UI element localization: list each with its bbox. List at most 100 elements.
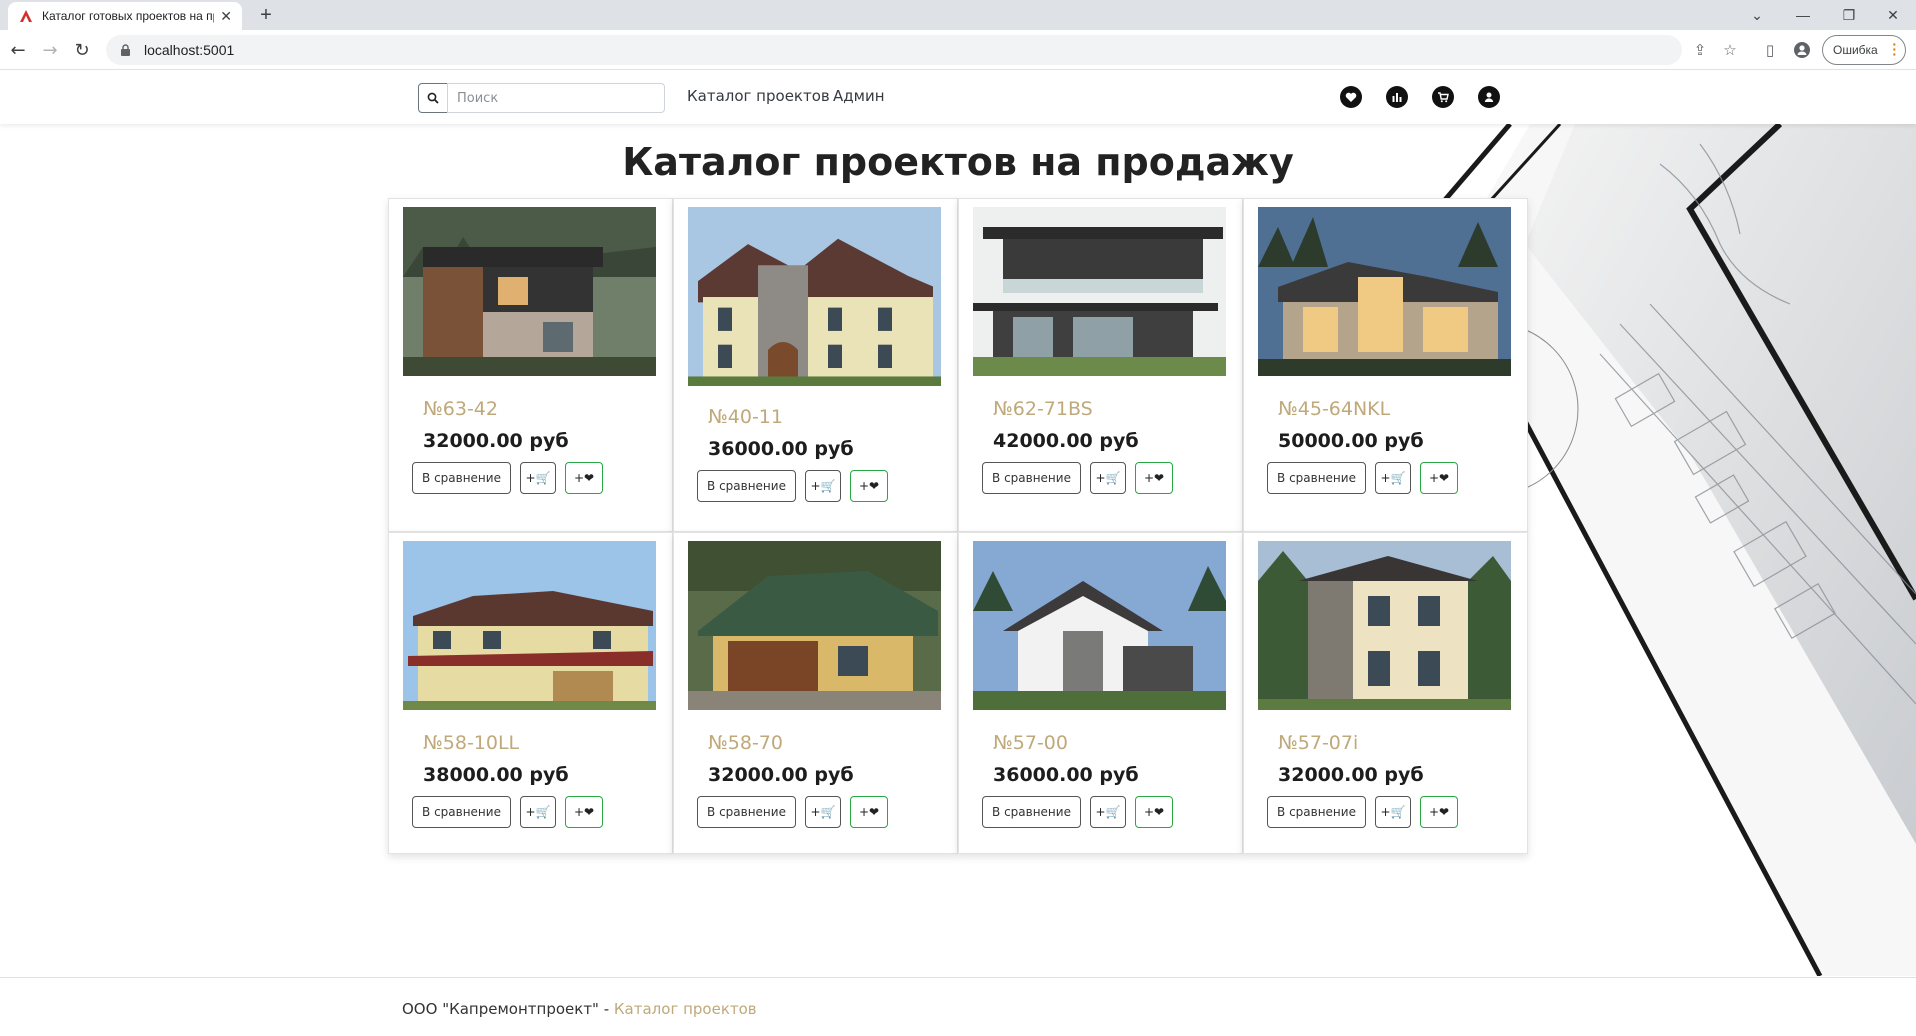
new-tab-button[interactable]: + <box>254 4 278 28</box>
window-close-icon[interactable]: ✕ <box>1870 0 1916 30</box>
url-text: localhost:5001 <box>144 42 235 58</box>
footer-catalog-link[interactable]: Каталог проектов <box>614 1000 757 1018</box>
project-card: №63-42 32000.00 руб В сравнение +🛒 +❤ <box>388 198 673 532</box>
project-photo[interactable] <box>973 541 1226 710</box>
add-to-cart-button[interactable]: +🛒 <box>805 796 841 828</box>
project-code[interactable]: №62-71BS <box>993 398 1228 420</box>
project-photo[interactable] <box>403 207 656 376</box>
project-card: №45-64NKL 50000.00 руб В сравнение +🛒 +❤ <box>1243 198 1528 532</box>
card-actions: В сравнение +🛒 +❤ <box>697 796 943 828</box>
card-actions: В сравнение +🛒 +❤ <box>412 796 658 828</box>
card-actions: В сравнение +🛒 +❤ <box>982 462 1228 494</box>
project-code[interactable]: №58-10LL <box>423 732 658 754</box>
add-to-cart-button[interactable]: +🛒 <box>1375 462 1411 494</box>
search-input[interactable] <box>447 83 665 113</box>
add-to-cart-button[interactable]: +🛒 <box>805 470 841 502</box>
forward-icon[interactable]: → <box>38 38 62 62</box>
minimize-icon[interactable]: — <box>1780 0 1826 30</box>
bookmark-star-icon[interactable]: ☆ <box>1720 40 1740 60</box>
add-to-favorites-button[interactable]: +❤ <box>1420 796 1458 828</box>
back-icon[interactable]: ← <box>6 38 30 62</box>
compare-button[interactable]: В сравнение <box>1267 462 1366 494</box>
add-to-favorites-button[interactable]: +❤ <box>1135 796 1173 828</box>
project-price: 42000.00 руб <box>993 430 1139 452</box>
project-price: 32000.00 руб <box>423 430 569 452</box>
site-favicon-icon <box>18 8 34 24</box>
compare-button[interactable]: В сравнение <box>982 796 1081 828</box>
project-price: 32000.00 руб <box>708 764 854 786</box>
card-actions: В сравнение +🛒 +❤ <box>412 462 658 494</box>
search-icon <box>427 92 439 104</box>
tab-search-icon[interactable]: ⌄ <box>1734 0 1780 30</box>
site-footer: ООО "Капремонтпроект" - Каталог проектов <box>0 977 1916 1036</box>
project-photo[interactable] <box>1258 541 1511 710</box>
browser-toolbar: ← → ↻ localhost:5001 ⇪ ☆ ▯ Ошибка · · · <box>0 30 1916 70</box>
project-price: 36000.00 руб <box>708 438 854 460</box>
add-to-cart-button[interactable]: +🛒 <box>1090 796 1126 828</box>
project-photo[interactable] <box>973 207 1226 376</box>
project-photo[interactable] <box>688 207 941 386</box>
card-actions: В сравнение +🛒 +❤ <box>1267 796 1513 828</box>
project-card: №58-70 32000.00 руб В сравнение +🛒 +❤ <box>673 532 958 854</box>
add-to-favorites-button[interactable]: +❤ <box>565 796 603 828</box>
side-panel-icon[interactable]: ▯ <box>1760 40 1780 60</box>
project-photo[interactable] <box>688 541 941 710</box>
add-to-cart-button[interactable]: +🛒 <box>520 462 556 494</box>
browser-tab-bar: Каталог готовых проектов на пр ✕ + ⌄ — ❐… <box>0 0 1916 30</box>
project-price: 32000.00 руб <box>1278 764 1424 786</box>
compare-button[interactable]: В сравнение <box>982 462 1081 494</box>
add-to-cart-button[interactable]: +🛒 <box>520 796 556 828</box>
project-photo[interactable] <box>403 541 656 710</box>
project-card: №62-71BS 42000.00 руб В сравнение +🛒 +❤ <box>958 198 1243 532</box>
add-to-favorites-button[interactable]: +❤ <box>1420 462 1458 494</box>
project-card: №58-10LL 38000.00 руб В сравнение +🛒 +❤ <box>388 532 673 854</box>
project-code[interactable]: №57-07i <box>1278 732 1513 754</box>
project-photo[interactable] <box>1258 207 1511 376</box>
user-icon[interactable] <box>1478 86 1500 108</box>
chart-icon[interactable] <box>1386 86 1408 108</box>
nav-link-admin[interactable]: Админ <box>833 87 885 105</box>
add-to-favorites-button[interactable]: +❤ <box>565 462 603 494</box>
project-price: 38000.00 руб <box>423 764 569 786</box>
compare-button[interactable]: В сравнение <box>412 462 511 494</box>
search-button[interactable] <box>418 83 448 113</box>
card-actions: В сравнение +🛒 +❤ <box>697 470 943 502</box>
lock-icon <box>120 43 132 57</box>
page-title: Каталог проектов на продажу <box>622 140 1294 184</box>
project-card: №57-00 36000.00 руб В сравнение +🛒 +❤ <box>958 532 1243 854</box>
address-bar[interactable]: localhost:5001 <box>106 35 1682 65</box>
project-card: №57-07i 32000.00 руб В сравнение +🛒 +❤ <box>1243 532 1528 854</box>
compare-button[interactable]: В сравнение <box>412 796 511 828</box>
add-to-favorites-button[interactable]: +❤ <box>850 470 888 502</box>
card-actions: В сравнение +🛒 +❤ <box>1267 462 1513 494</box>
compare-button[interactable]: В сравнение <box>697 796 796 828</box>
tab-close-icon[interactable]: ✕ <box>220 8 232 25</box>
project-price: 50000.00 руб <box>1278 430 1424 452</box>
project-code[interactable]: №58-70 <box>708 732 943 754</box>
browser-tab-title: Каталог готовых проектов на пр <box>42 9 215 23</box>
cart-icon[interactable] <box>1432 86 1454 108</box>
reload-icon[interactable]: ↻ <box>70 38 94 62</box>
add-to-cart-button[interactable]: +🛒 <box>1090 462 1126 494</box>
footer-text: ООО "Капремонтпроект" - Каталог проектов <box>402 1000 757 1018</box>
add-to-cart-button[interactable]: +🛒 <box>1375 796 1411 828</box>
project-code[interactable]: №63-42 <box>423 398 658 420</box>
project-price: 36000.00 руб <box>993 764 1139 786</box>
compare-button[interactable]: В сравнение <box>1267 796 1366 828</box>
project-code[interactable]: №40-11 <box>708 406 943 428</box>
error-chip-label: Ошибка <box>1833 43 1878 57</box>
profile-icon[interactable] <box>1792 40 1812 60</box>
share-icon[interactable]: ⇪ <box>1690 40 1710 60</box>
error-chip[interactable]: Ошибка · · · <box>1822 35 1906 65</box>
add-to-favorites-button[interactable]: +❤ <box>850 796 888 828</box>
project-card: №40-11 36000.00 руб В сравнение +🛒 +❤ <box>673 198 958 532</box>
heart-icon[interactable] <box>1340 86 1362 108</box>
project-code[interactable]: №45-64NKL <box>1278 398 1513 420</box>
browser-tab[interactable]: Каталог готовых проектов на пр ✕ <box>8 2 242 30</box>
add-to-favorites-button[interactable]: +❤ <box>1135 462 1173 494</box>
project-code[interactable]: №57-00 <box>993 732 1228 754</box>
compare-button[interactable]: В сравнение <box>697 470 796 502</box>
menu-dots-icon: · · · <box>1892 36 1897 62</box>
nav-link-catalog[interactable]: Каталог проектов <box>687 87 830 105</box>
restore-icon[interactable]: ❐ <box>1826 0 1872 30</box>
